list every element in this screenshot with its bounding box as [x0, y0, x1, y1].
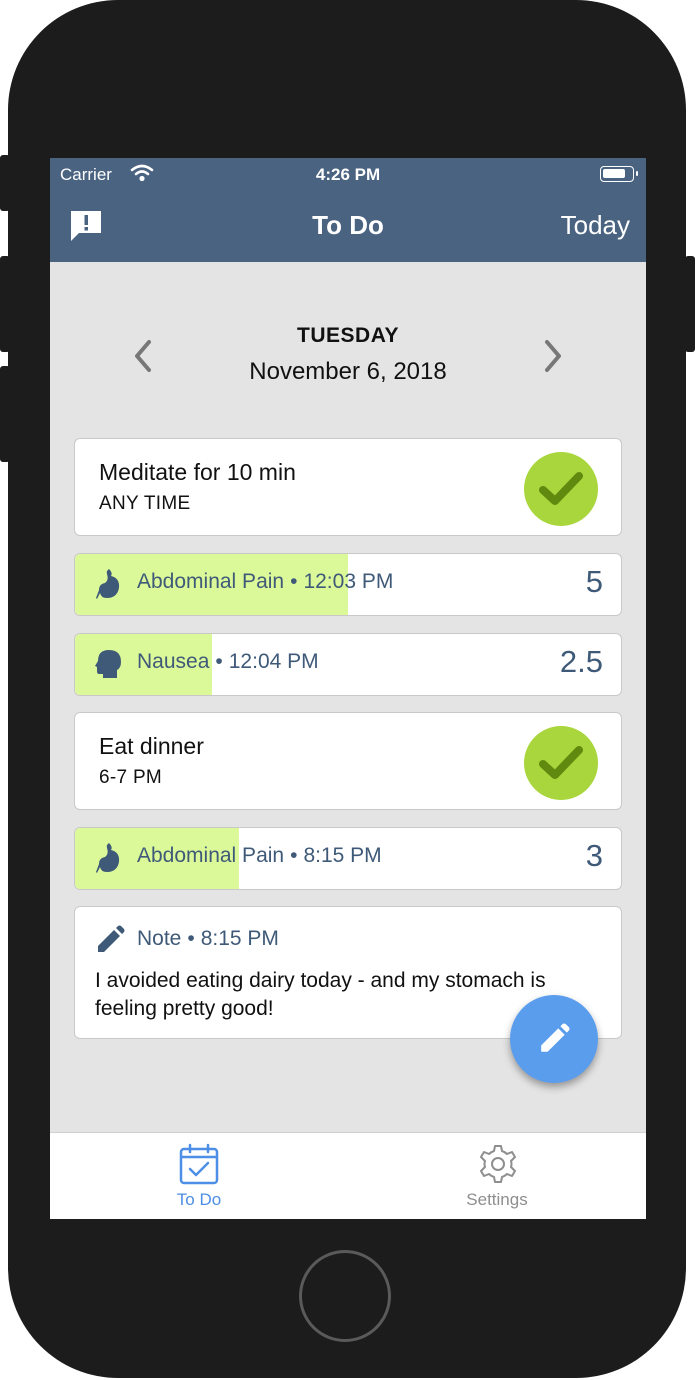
status-time: 4:26 PM [315, 165, 381, 184]
nav-bar: To Do Today [50, 192, 646, 262]
task-title: Eat dinner [99, 733, 204, 759]
symptom-time: 12:03 PM [303, 570, 394, 593]
note-header: Note • 8:15 PM [137, 927, 279, 951]
separator: • [215, 650, 223, 673]
symptom-value: 5 [585, 564, 603, 599]
symptom-time: 8:15 PM [303, 844, 382, 867]
symptom-card-abdominal-pain[interactable]: Abdominal Pain • 8:15 PM 3 [74, 827, 622, 890]
head-icon [95, 648, 123, 680]
symptom-time: 12:04 PM [228, 650, 319, 673]
symptom-label: Nausea • 12:04 PM [137, 650, 319, 674]
completed-check-icon[interactable] [524, 726, 598, 800]
completed-check-icon[interactable] [524, 452, 598, 526]
note-time: 8:15 PM [200, 927, 279, 950]
separator: • [290, 844, 298, 867]
symptom-value: 3 [585, 838, 603, 873]
add-entry-button[interactable] [510, 995, 598, 1083]
gear-icon [477, 1143, 517, 1185]
power-button [685, 256, 695, 352]
today-button[interactable]: Today [561, 210, 630, 241]
symptom-card-abdominal-pain[interactable]: Abdominal Pain • 12:03 PM 5 [74, 553, 622, 616]
note-label: Note [137, 927, 182, 950]
volume-down-button [0, 366, 10, 462]
task-card-meditate[interactable]: Meditate for 10 min ANY TIME [74, 438, 622, 536]
calendar-check-icon [179, 1143, 219, 1185]
task-card-eat-dinner[interactable]: Eat dinner 6-7 PM [74, 712, 622, 810]
task-time: 6-7 PM [99, 767, 163, 788]
symptom-name: Abdominal Pain [137, 570, 285, 593]
stomach-icon [95, 842, 123, 874]
symptom-value: 2.5 [559, 644, 603, 679]
tab-label: To Do [176, 1190, 222, 1209]
symptom-name: Abdominal Pain [137, 844, 285, 867]
symptom-name: Nausea [137, 650, 210, 673]
tab-todo[interactable]: To Do [50, 1133, 348, 1219]
symptom-card-nausea[interactable]: Nausea • 12:04 PM 2.5 [74, 633, 622, 696]
symptom-label: Abdominal Pain • 8:15 PM [137, 844, 382, 868]
next-day-icon[interactable] [539, 336, 567, 376]
page-title: To Do [312, 210, 384, 240]
status-bar: Carrier 4:26 PM [50, 158, 646, 192]
home-button[interactable] [299, 1250, 391, 1342]
stomach-icon [95, 568, 123, 600]
date-navigator: TUESDAY November 6, 2018 [50, 262, 646, 412]
volume-up-button [0, 256, 10, 352]
tab-bar: To Do Settings [50, 1132, 646, 1219]
tab-label: Settings [466, 1190, 528, 1209]
pencil-icon [95, 925, 125, 955]
battery-icon [600, 166, 638, 182]
tab-settings[interactable]: Settings [348, 1133, 646, 1219]
symptom-label: Abdominal Pain • 12:03 PM [137, 570, 393, 594]
mute-switch [0, 155, 10, 211]
app-screen: Carrier 4:26 PM To Do Today TUESDAY Nove… [50, 158, 646, 1219]
task-time: ANY TIME [99, 493, 191, 514]
task-title: Meditate for 10 min [99, 459, 296, 485]
separator: • [290, 570, 298, 593]
separator: • [187, 927, 195, 950]
